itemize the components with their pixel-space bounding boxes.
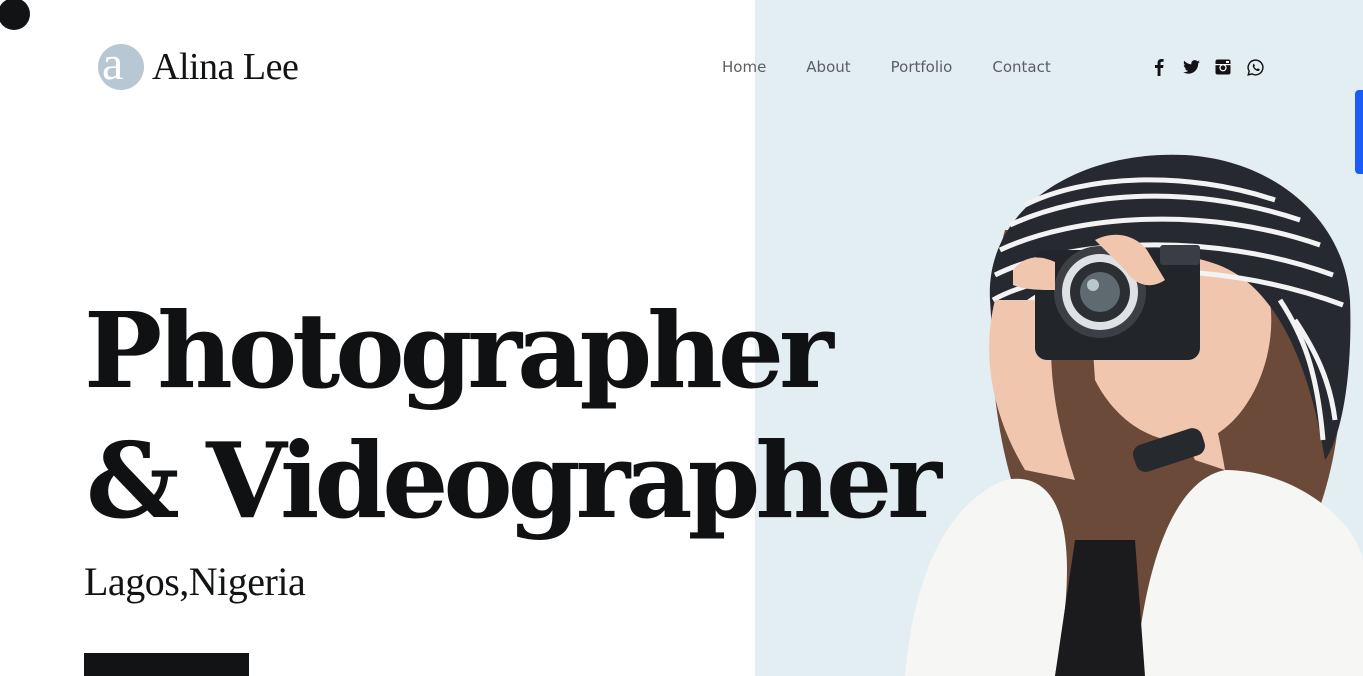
cursor-dot <box>0 0 30 30</box>
nav-item-home[interactable]: Home <box>722 58 766 76</box>
hero-cta-button[interactable] <box>84 653 249 676</box>
logo-letter: a <box>102 37 124 90</box>
instagram-icon[interactable] <box>1214 58 1232 76</box>
brand-name: Alina Lee <box>152 46 299 88</box>
hero-location: Lagos,Nigeria <box>84 559 306 604</box>
social-links <box>1150 58 1264 76</box>
logo-mark-icon: a <box>98 40 144 90</box>
nav-item-about[interactable]: About <box>806 58 850 76</box>
twitter-icon[interactable] <box>1182 58 1200 76</box>
hero-headline-line-2: & Videographer <box>86 419 942 542</box>
hero-headline-line-1: Photographer <box>84 289 834 412</box>
whatsapp-icon[interactable] <box>1246 58 1264 76</box>
logo[interactable]: a Alina Lee <box>98 40 299 90</box>
hero-headline: Photographer & Videographer <box>84 286 942 546</box>
nav-item-contact[interactable]: Contact <box>992 58 1050 76</box>
facebook-icon[interactable] <box>1150 58 1168 76</box>
nav-item-portfolio[interactable]: Portfolio <box>891 58 953 76</box>
main-nav: Home About Portfolio Contact <box>722 58 1091 76</box>
side-tab[interactable] <box>1355 90 1363 174</box>
